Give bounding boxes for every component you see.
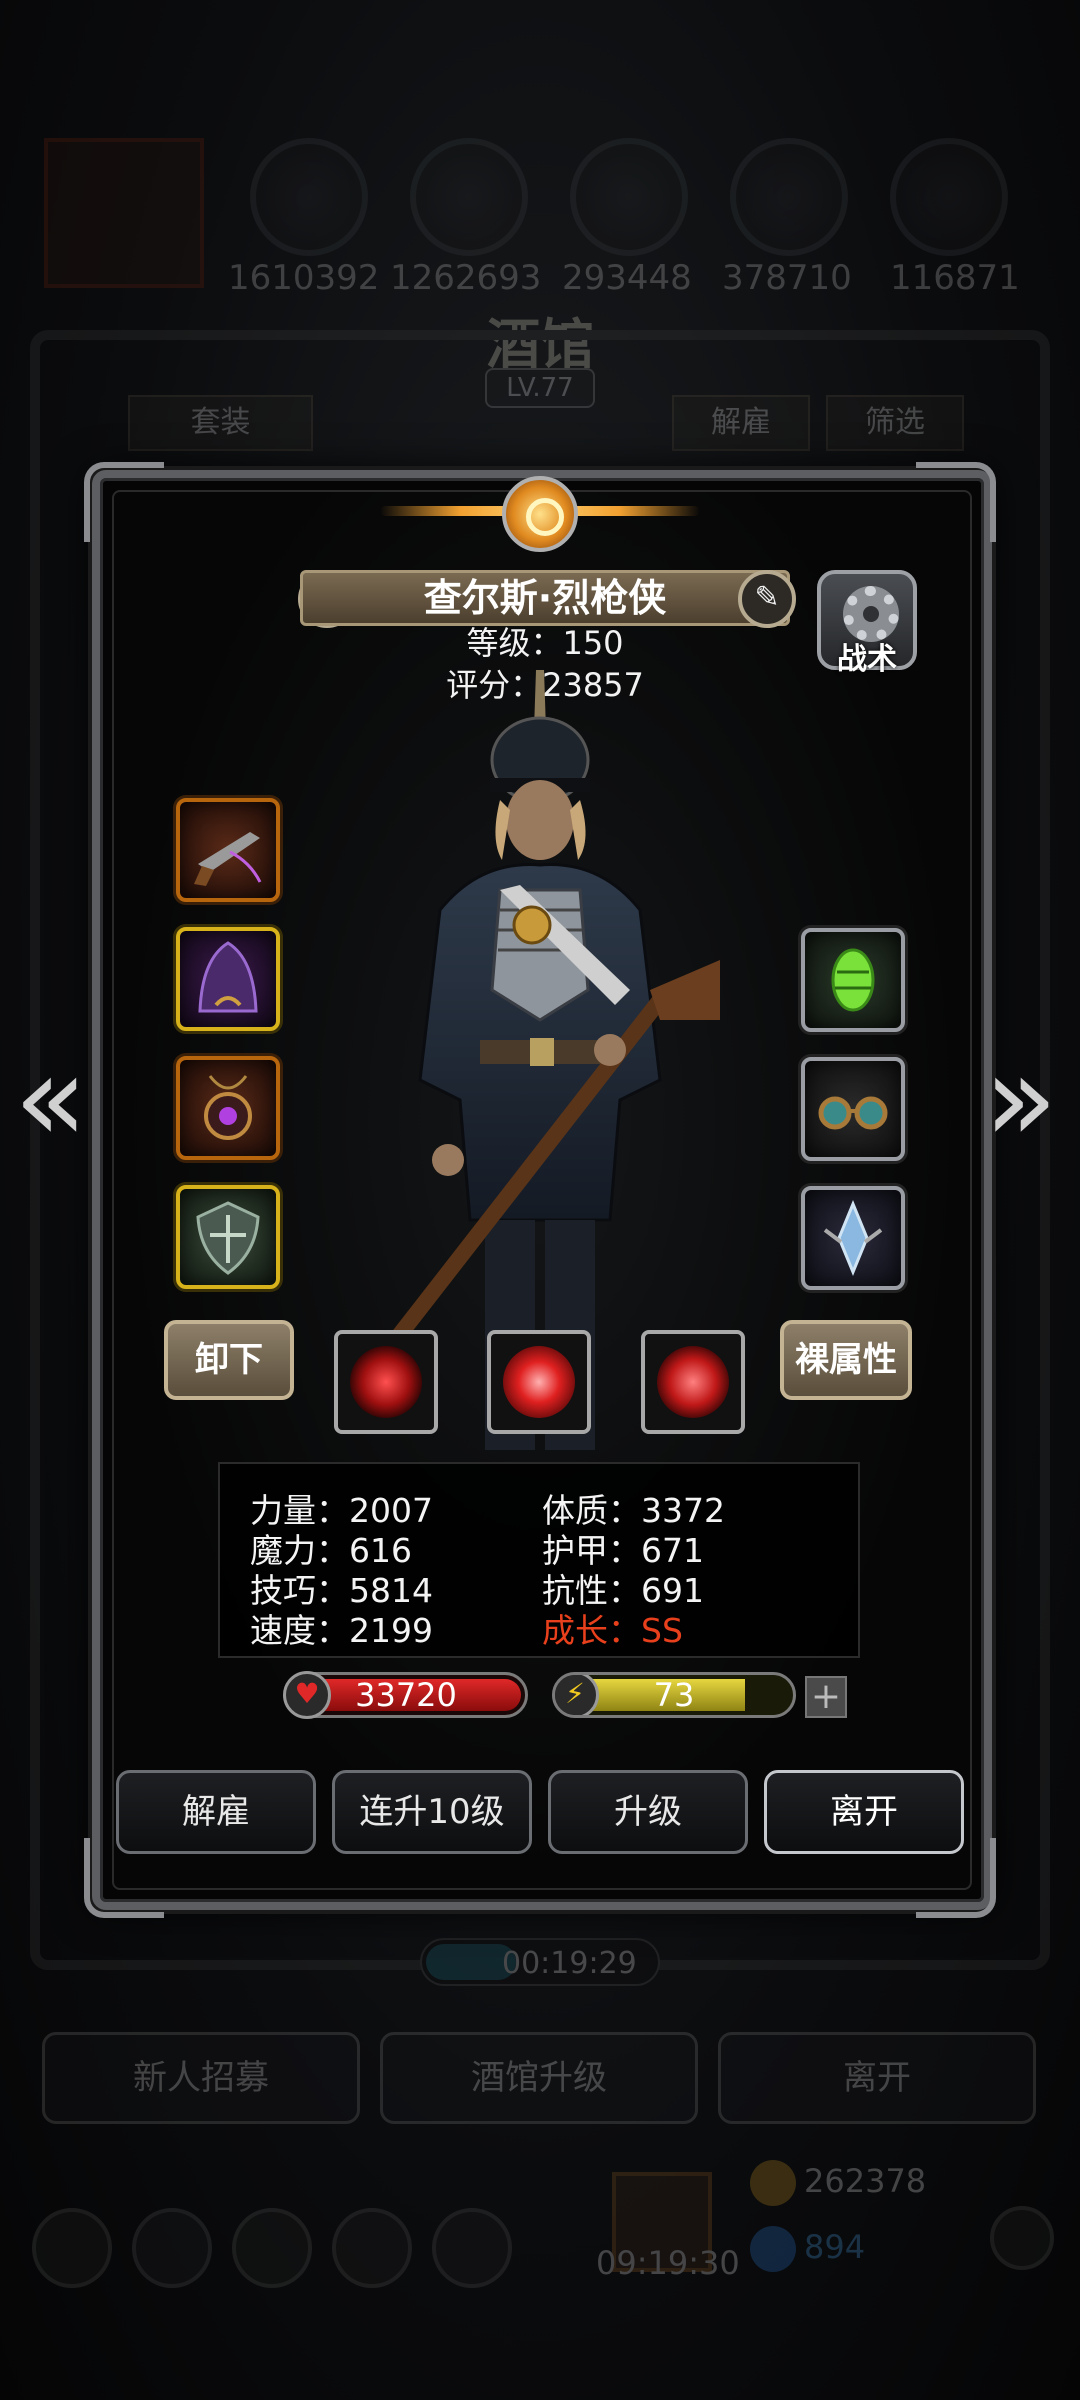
equip-slot-goggles[interactable] (801, 1057, 905, 1161)
lightning-icon: ⚡ (555, 1675, 599, 1715)
goggles-icon (818, 1096, 888, 1130)
player-avatar (44, 138, 204, 288)
leave-button[interactable]: 离开 (764, 1770, 964, 1854)
menu-icon-3 (232, 2208, 312, 2288)
crystal-emblem-icon (823, 1200, 883, 1276)
equip-slot-weapon[interactable] (176, 798, 280, 902)
equip-slot-cloak[interactable] (176, 927, 280, 1031)
target-skill-icon (657, 1346, 729, 1418)
amulet-icon (204, 1075, 252, 1140)
corner-ornament (84, 462, 164, 542)
corner-ornament (916, 462, 996, 542)
resource-icon-3 (570, 138, 688, 256)
resource-value: 1610392 (228, 258, 380, 298)
tactic-button[interactable]: 战术 (817, 570, 917, 677)
hero-level: 等级：150 (466, 624, 624, 662)
tactic-label: 战术 (837, 642, 897, 677)
gold-coin-icon (750, 2160, 796, 2206)
crosshair-skill-icon (350, 1346, 422, 1418)
gold-amount: 262378 (804, 2162, 927, 2200)
resource-value: 1262693 (390, 258, 542, 298)
stat-speed: 速度：2199 (250, 1611, 433, 1650)
base-attributes-button[interactable]: 裸属性 (780, 1320, 912, 1400)
green-crystal-icon (831, 948, 875, 1012)
equip-slot-emblem[interactable] (801, 1186, 905, 1290)
gem-amount: 894 (804, 2228, 866, 2266)
stat-growth: 成长：SS (542, 1611, 683, 1650)
pistol-icon (194, 832, 262, 886)
crest-emblem (380, 458, 700, 568)
add-energy-button[interactable]: + (805, 1676, 847, 1718)
gem-icon (750, 2226, 796, 2272)
timer-text: 00:19:29 (502, 1946, 637, 1981)
shield-icon (196, 1201, 260, 1275)
equip-slot-amulet[interactable] (176, 1056, 280, 1160)
leave-tab: 离开 (718, 2032, 1036, 2124)
menu-icon-4 (332, 2208, 412, 2288)
tavern-upgrade-tab: 酒馆升级 (380, 2032, 698, 2124)
cloak-icon (198, 941, 258, 1013)
heart-icon: ♥ (283, 1671, 331, 1719)
resource-icon-1 (250, 138, 368, 256)
stats-panel: 力量：2007 体质：3372 魔力：616 护甲：671 技巧：5814 抗性… (218, 1462, 860, 1658)
menu-icon-2 (132, 2208, 212, 2288)
resource-icon-4 (730, 138, 848, 256)
swirl-skill-icon (503, 1346, 575, 1418)
recruit-timer: 00:19:29 (420, 1938, 660, 1986)
resource-value: 116871 (890, 258, 1020, 298)
menu-icon-1 (32, 2208, 112, 2288)
resource-value: 378710 (722, 258, 852, 298)
level-up-10-button[interactable]: 连升10级 (332, 1770, 532, 1854)
skill-slot-2[interactable] (487, 1330, 591, 1434)
recruit-tab: 新人招募 (42, 2032, 360, 2124)
resource-icon-5 (890, 138, 1008, 256)
next-hero-arrow[interactable]: » (984, 1040, 1057, 1160)
energy-bar: 73 ⚡ (552, 1672, 796, 1718)
equip-slot-shield[interactable] (176, 1185, 280, 1289)
crest-medal-icon (502, 476, 578, 552)
add-icon (990, 2206, 1054, 2270)
equip-slot-gem[interactable] (801, 928, 905, 1032)
bottom-timer: 09:19:30 (596, 2244, 740, 2282)
hero-name: 查尔斯·烈枪侠 (423, 576, 667, 620)
resource-icon-2 (410, 138, 528, 256)
hp-bar: 33720 ♥ (283, 1671, 528, 1719)
unequip-button[interactable]: 卸下 (164, 1320, 294, 1400)
dismiss-button[interactable]: 解雇 (116, 1770, 316, 1854)
level-up-button[interactable]: 升级 (548, 1770, 748, 1854)
resource-value: 293448 (562, 258, 692, 298)
prev-hero-arrow[interactable]: « (14, 1040, 87, 1160)
skill-slot-3[interactable] (641, 1330, 745, 1434)
menu-icon-5 (432, 2208, 512, 2288)
skill-slot-1[interactable] (334, 1330, 438, 1434)
